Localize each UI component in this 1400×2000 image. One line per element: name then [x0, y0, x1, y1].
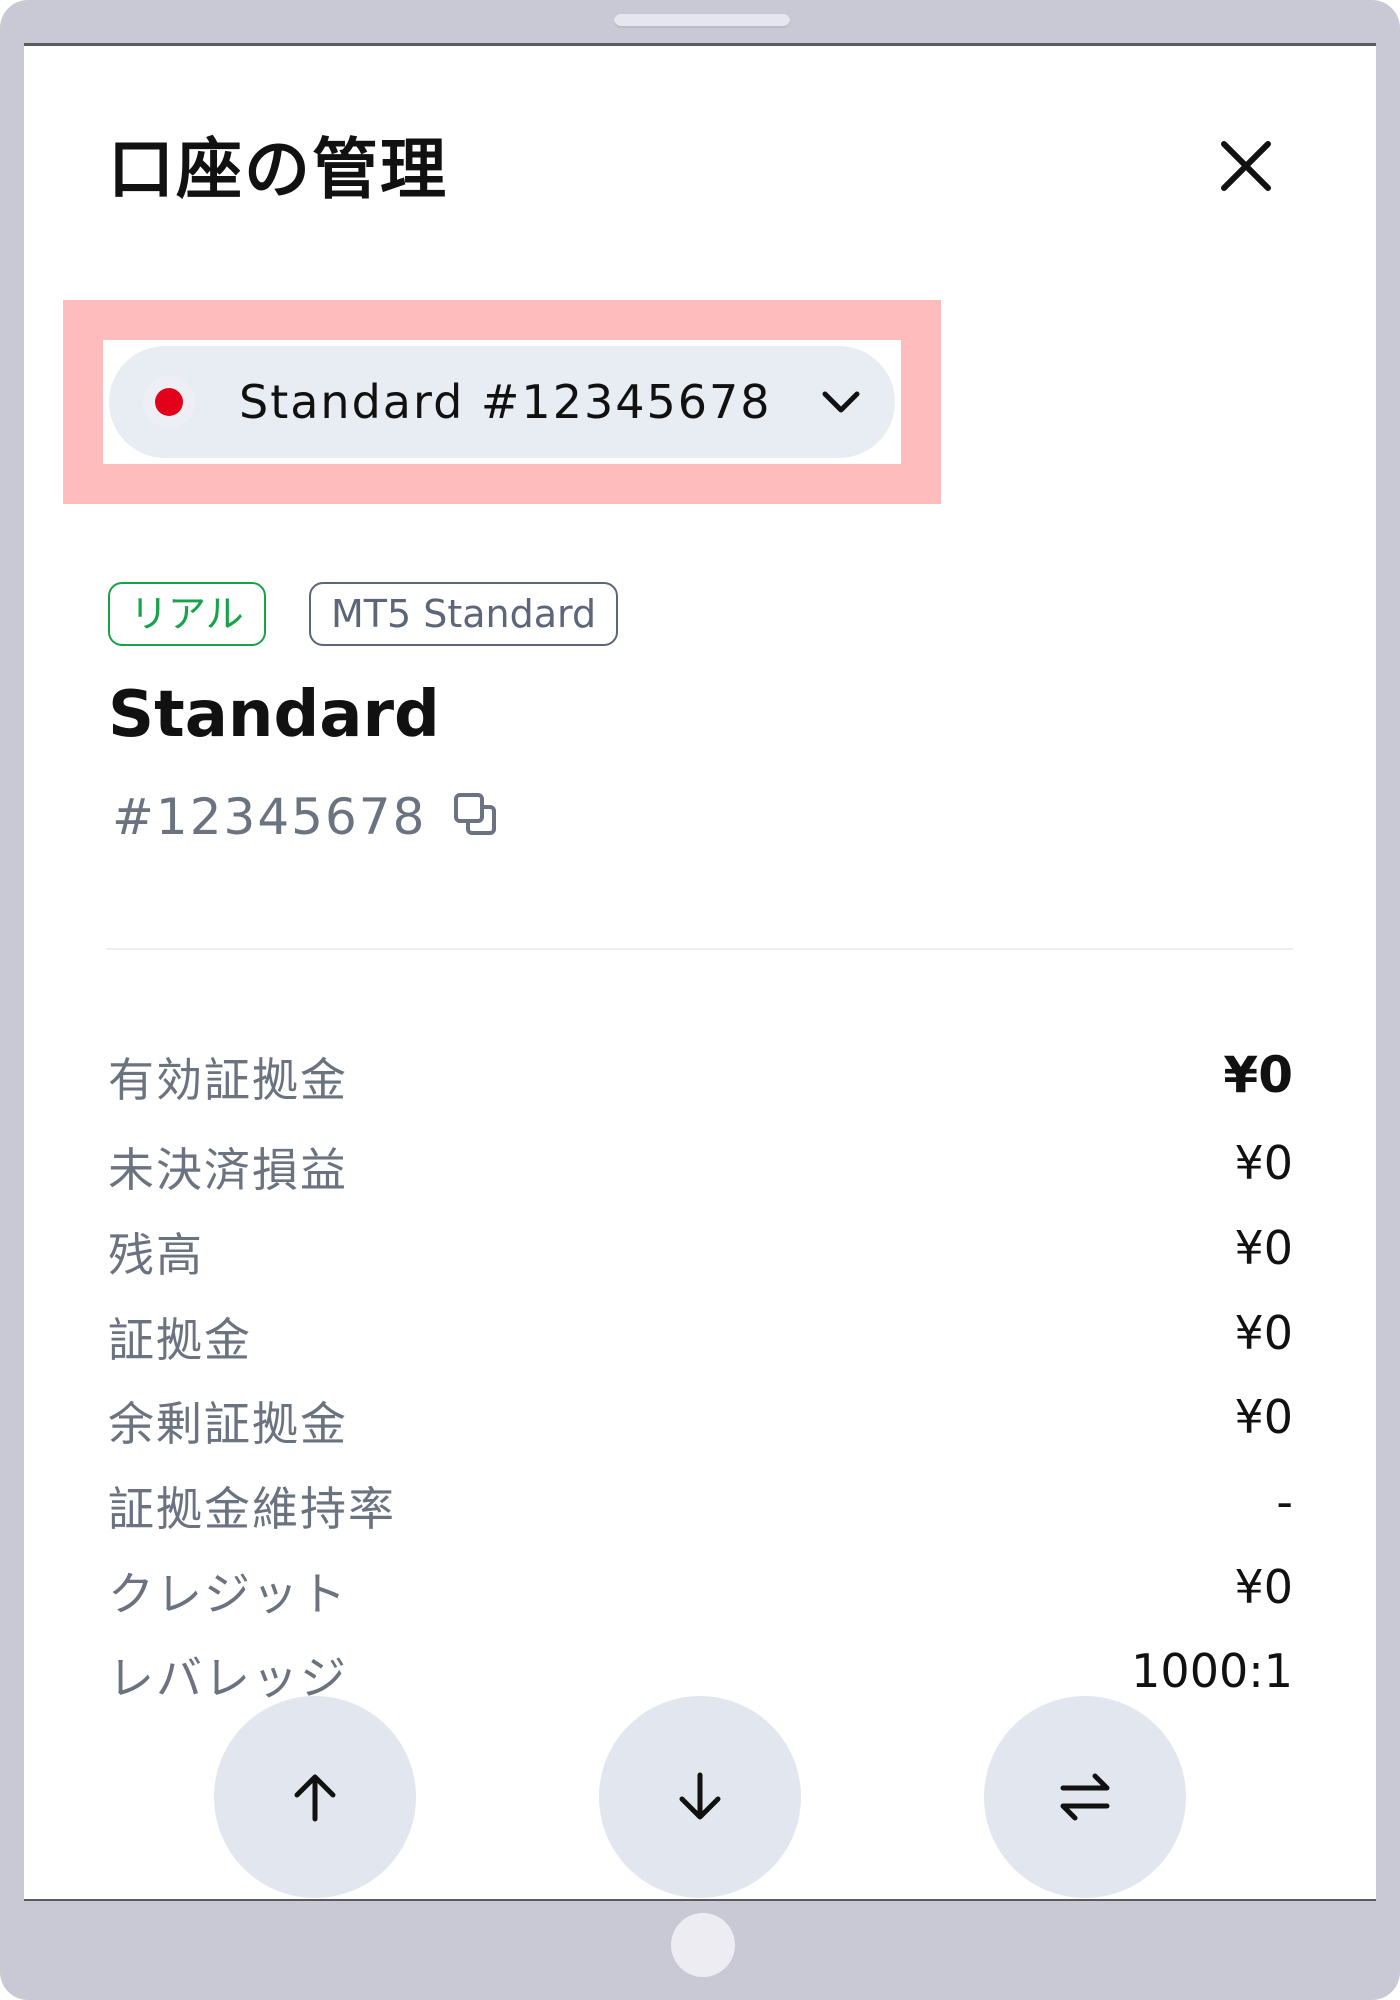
- stat-row-balance: 残高 ¥0: [108, 1219, 1293, 1282]
- stat-value: -: [1276, 1475, 1293, 1529]
- stat-label: 有効証拠金: [108, 1053, 348, 1107]
- transfer-button[interactable]: [984, 1696, 1186, 1898]
- stat-value: 1000:1: [1131, 1644, 1293, 1698]
- stat-label: 余剰証拠金: [108, 1397, 348, 1451]
- stat-label: 残高: [108, 1228, 204, 1282]
- transfer-arrows-icon: [1060, 1773, 1110, 1821]
- japan-flag-icon: [143, 376, 195, 428]
- real-account-badge: リアル: [108, 582, 266, 646]
- account-name: Standard: [108, 678, 440, 752]
- copy-icon[interactable]: [452, 791, 498, 837]
- home-button[interactable]: [671, 1913, 735, 1977]
- stat-row-credit: クレジット ¥0: [108, 1558, 1293, 1621]
- account-number: #12345678: [112, 788, 427, 846]
- account-dropdown[interactable]: Standard #12345678: [109, 346, 895, 458]
- stat-label: クレジット: [108, 1567, 348, 1621]
- page-title: 口座の管理: [108, 131, 448, 208]
- stat-label: 未決済損益: [108, 1143, 348, 1197]
- account-dropdown-label: Standard #12345678: [239, 375, 772, 429]
- speaker-grille: [614, 14, 790, 28]
- deposit-button[interactable]: [214, 1696, 416, 1898]
- stat-value: ¥0: [1234, 1306, 1293, 1360]
- divider: [106, 948, 1293, 950]
- close-button[interactable]: [1214, 134, 1278, 198]
- stat-row-leverage: レバレッジ 1000:1: [108, 1642, 1293, 1705]
- stat-row-margin-level: 証拠金維持率 -: [108, 1473, 1293, 1536]
- stat-label: 証拠金: [108, 1313, 252, 1367]
- stat-value: ¥0: [1223, 1046, 1293, 1104]
- stat-label: 証拠金維持率: [108, 1482, 396, 1536]
- stat-value: ¥0: [1234, 1390, 1293, 1444]
- chevron-down-icon: [822, 391, 860, 413]
- stat-row-equity: 有効証拠金 ¥0: [108, 1044, 1293, 1107]
- stat-row-free-margin: 余剰証拠金 ¥0: [108, 1388, 1293, 1451]
- stat-value: ¥0: [1234, 1560, 1293, 1614]
- tablet-frame: 口座の管理 Standard #12345678 リアル MT5 Standar…: [0, 0, 1400, 2000]
- arrow-up-icon: [294, 1774, 336, 1822]
- stat-row-unrealized-pnl: 未決済損益 ¥0: [108, 1134, 1293, 1197]
- withdraw-button[interactable]: [599, 1696, 801, 1898]
- account-selector: Standard #12345678: [103, 340, 901, 464]
- account-type-badge: MT5 Standard: [309, 582, 619, 646]
- stat-value: ¥0: [1234, 1221, 1293, 1275]
- stat-value: ¥0: [1234, 1136, 1293, 1190]
- account-management-panel: 口座の管理 Standard #12345678 リアル MT5 Standar…: [24, 43, 1376, 1901]
- arrow-down-icon: [679, 1772, 721, 1820]
- stat-row-margin: 証拠金 ¥0: [108, 1304, 1293, 1367]
- close-icon: [1221, 141, 1271, 191]
